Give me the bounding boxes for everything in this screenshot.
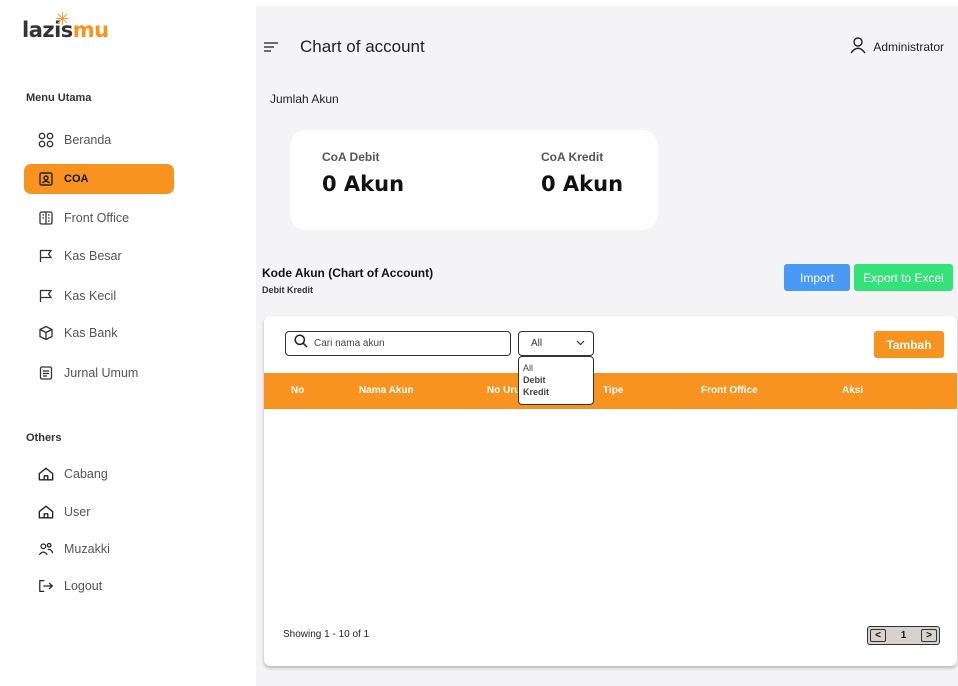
sidebar-item-front-office[interactable]: Front Office [24, 203, 174, 233]
column-header-nama-akun: Nama Akun [359, 385, 414, 396]
page-title: Chart of account [300, 37, 425, 56]
document-icon [38, 365, 54, 381]
sidebar-item-label: Jurnal Umum [64, 366, 139, 380]
sidebar-item-beranda[interactable]: Beranda [24, 125, 174, 155]
sidebar: ✳ lazismu Menu Utama Beranda COA Front O… [0, 0, 256, 686]
sidebar-item-label: COA [64, 173, 89, 185]
stat-kredit-value: 0 Akun [541, 172, 624, 196]
sidebar-item-label: Cabang [64, 467, 108, 481]
sidebar-item-kas-bank[interactable]: Kas Bank [24, 318, 174, 348]
sidebar-item-kas-kecil[interactable]: Kas Kecil [24, 281, 174, 311]
section-title-others: Others [26, 432, 62, 444]
summary-card: CoA Debit 0 Akun CoA Kredit 0 Akun [290, 130, 658, 230]
search-input[interactable] [314, 338, 504, 349]
logo-text-accent: mu [72, 18, 109, 42]
hamburger-menu-icon[interactable] [264, 40, 278, 58]
sidebar-item-kas-besar[interactable]: Kas Besar [24, 241, 174, 271]
sidebar-item-user[interactable]: User [24, 497, 174, 527]
user-name: Administrator [873, 39, 944, 54]
logo-star-icon: ✳ [55, 9, 71, 29]
sidebar-item-logout[interactable]: Logout [24, 571, 174, 601]
table-card: All Tambah No Nama Akun No Urut Tipe Fro… [264, 316, 957, 666]
app-root: ✳ lazismu Menu Utama Beranda COA Front O… [0, 0, 958, 686]
chevron-down-icon [576, 338, 585, 349]
current-page[interactable]: 1 [888, 627, 919, 644]
dropdown-option-debit[interactable]: Debit [523, 374, 593, 386]
sidebar-item-label: User [64, 505, 91, 519]
sidebar-item-label: Kas Bank [64, 326, 118, 340]
section-title: Kode Akun (Chart of Account) [262, 266, 434, 280]
stat-debit-label: CoA Debit [322, 150, 380, 164]
type-filter-dropdown: All Debit Kredit [518, 356, 594, 405]
users-icon [38, 541, 54, 557]
home-icon [38, 504, 54, 520]
sidebar-item-label: Muzakki [64, 542, 110, 556]
type-filter-select[interactable]: All [518, 331, 594, 356]
topbar: Chart of account Administrator [256, 6, 958, 86]
sidebar-item-coa[interactable]: COA [24, 164, 174, 194]
sidebar-item-muzakki[interactable]: Muzakki [24, 534, 174, 564]
grid-icon [38, 132, 54, 148]
dropdown-option-kredit[interactable]: Kredit [523, 386, 593, 398]
main-content: Chart of account Administrator Jumlah Ak… [256, 6, 958, 686]
type-filter-value: All [531, 338, 543, 349]
user-menu[interactable]: Administrator [849, 36, 944, 57]
logo[interactable]: ✳ lazismu [22, 10, 109, 42]
sidebar-item-label: Kas Kecil [64, 289, 117, 303]
pagination: < 1 > [867, 626, 940, 645]
stat-kredit: CoA Kredit 0 Akun [541, 150, 623, 196]
id-card-icon [38, 171, 54, 187]
home-icon [38, 466, 54, 482]
building-icon [38, 210, 54, 226]
import-button[interactable]: Import [784, 264, 850, 291]
sidebar-item-jurnal-umum[interactable]: Jurnal Umum [24, 358, 174, 388]
export-excel-button[interactable]: Export to Excel [854, 264, 953, 291]
section-subtitle: Debit Kredit [262, 285, 314, 295]
prev-page-button[interactable]: < [870, 629, 886, 642]
column-header-tipe: Tipe [603, 385, 624, 396]
column-header-no: No [291, 385, 305, 396]
add-account-button[interactable]: Tambah [874, 331, 944, 358]
summary-heading: Jumlah Akun [270, 92, 339, 106]
stat-debit: CoA Debit 0 Akun [322, 150, 404, 196]
sidebar-item-cabang[interactable]: Cabang [24, 459, 174, 489]
table-header: No Nama Akun No Urut Tipe Front Office A… [264, 373, 957, 409]
column-header-front-office: Front Office [701, 385, 758, 396]
user-icon [849, 36, 867, 57]
flag-icon [38, 288, 54, 304]
cube-icon [38, 325, 54, 341]
pagination-info: Showing 1 - 10 of 1 [283, 629, 370, 640]
section-title-menu-utama: Menu Utama [26, 92, 92, 104]
flag-icon [38, 248, 54, 264]
column-header-aksi: Aksi [842, 385, 864, 396]
sidebar-item-label: Front Office [64, 211, 130, 225]
search-box[interactable] [285, 331, 511, 356]
search-icon [294, 334, 308, 353]
sidebar-item-label: Logout [64, 579, 103, 593]
dropdown-option-all[interactable]: All [523, 362, 593, 374]
stat-debit-value: 0 Akun [322, 172, 405, 196]
logout-icon [38, 578, 54, 594]
sidebar-item-label: Beranda [64, 133, 112, 147]
next-page-button[interactable]: > [921, 629, 937, 642]
sidebar-item-label: Kas Besar [64, 249, 122, 263]
stat-kredit-label: CoA Kredit [541, 150, 604, 164]
